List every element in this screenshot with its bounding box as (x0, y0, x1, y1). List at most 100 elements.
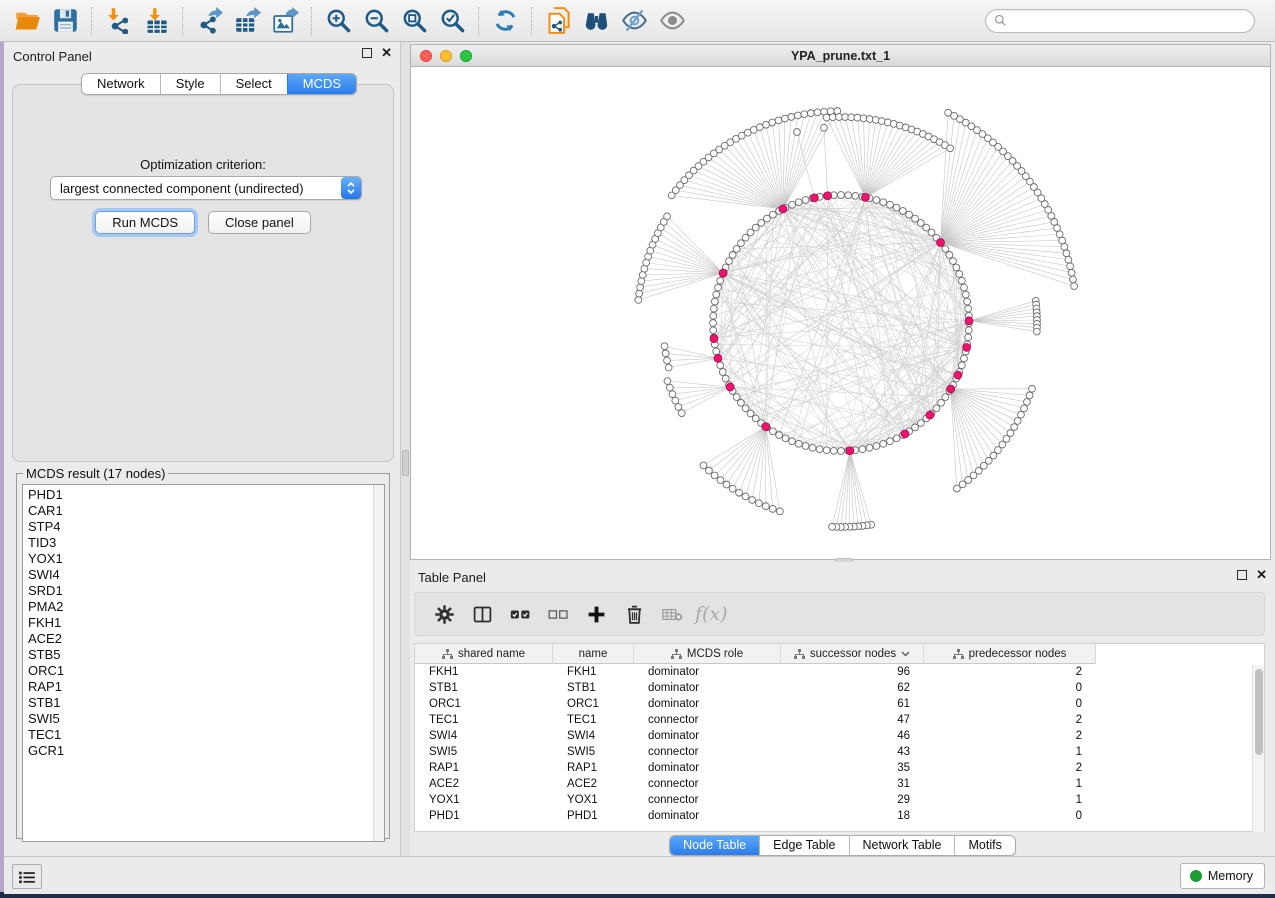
network-leaf-node[interactable] (947, 145, 954, 152)
network-node[interactable] (859, 446, 866, 453)
network-dominator-node[interactable] (779, 205, 787, 213)
mcds-result-item[interactable]: FKH1 (23, 615, 373, 631)
network-leaf-node[interactable] (678, 410, 685, 417)
network-dominator-node[interactable] (901, 430, 909, 438)
search-box[interactable] (985, 9, 1255, 33)
table-row[interactable]: ORC1ORC1dominator610 (415, 696, 1264, 712)
save-session-button[interactable] (46, 4, 84, 38)
search-input[interactable] (1012, 14, 1246, 28)
network-dominator-node[interactable] (954, 371, 962, 379)
mcds-result-item[interactable]: PMA2 (23, 599, 373, 615)
network-node[interactable] (738, 399, 745, 406)
network-node[interactable] (795, 199, 802, 206)
network-node[interactable] (789, 201, 796, 208)
search-network-button[interactable] (577, 4, 615, 38)
window-minimize-icon[interactable] (440, 50, 452, 62)
network-node[interactable] (961, 355, 968, 362)
network-leaf-node[interactable] (664, 213, 671, 220)
network-dominator-node[interactable] (714, 354, 722, 362)
network-leaf-node[interactable] (953, 485, 960, 492)
export-network-button[interactable] (190, 4, 228, 38)
zoom-fit-button[interactable] (395, 4, 433, 38)
mcds-result-item[interactable]: TEC1 (23, 727, 373, 743)
network-node[interactable] (717, 277, 724, 284)
network-leaf-node[interactable] (1061, 243, 1068, 250)
network-node[interactable] (722, 375, 729, 382)
network-canvas[interactable] (410, 66, 1271, 560)
clone-network-button[interactable] (539, 4, 577, 38)
export-image-button[interactable] (266, 4, 304, 38)
mcds-result-item[interactable]: SWI5 (23, 711, 373, 727)
network-leaf-node[interactable] (736, 489, 743, 496)
network-leaf-node[interactable] (801, 111, 808, 118)
network-leaf-node[interactable] (749, 497, 756, 504)
import-table-button[interactable] (137, 4, 175, 38)
table-row[interactable]: SWI5SWI5connector431 (415, 744, 1264, 760)
network-leaf-node[interactable] (661, 343, 668, 350)
network-leaf-node[interactable] (635, 297, 642, 304)
network-node[interactable] (823, 447, 830, 454)
network-node[interactable] (764, 215, 771, 222)
network-leaf-node[interactable] (662, 350, 669, 357)
network-node[interactable] (710, 327, 717, 334)
network-node[interactable] (893, 204, 900, 211)
mcds-result-item[interactable]: RAP1 (23, 679, 373, 695)
column-header-predecessor-nodes[interactable]: predecessor nodes (924, 644, 1096, 664)
hide-visual-button[interactable] (615, 4, 653, 38)
mcds-result-scrollbar[interactable] (373, 485, 384, 841)
network-leaf-node[interactable] (829, 523, 836, 530)
network-node[interactable] (809, 444, 816, 451)
network-node[interactable] (958, 362, 965, 369)
network-node[interactable] (711, 298, 718, 305)
table-row[interactable]: PHD1PHD1dominator180 (415, 808, 1264, 824)
network-node[interactable] (816, 446, 823, 453)
network-dominator-node[interactable] (965, 317, 973, 325)
network-leaf-node[interactable] (637, 284, 644, 291)
network-leaf-node[interactable] (821, 124, 828, 131)
mcds-result-list[interactable]: PHD1CAR1STP4TID3YOX1SWI4SRD1PMA2FKH1ACE2… (22, 484, 385, 842)
network-node[interactable] (726, 258, 733, 265)
network-dominator-node[interactable] (862, 193, 870, 201)
tab-select[interactable]: Select (220, 74, 287, 94)
network-leaf-node[interactable] (762, 503, 769, 510)
network-node[interactable] (776, 432, 783, 439)
network-leaf-node[interactable] (666, 384, 673, 391)
column-header-shared-name[interactable]: shared name (415, 644, 553, 664)
network-leaf-node[interactable] (1063, 250, 1070, 257)
network-leaf-node[interactable] (1065, 256, 1072, 263)
network-node[interactable] (873, 443, 880, 450)
network-leaf-node[interactable] (1056, 231, 1063, 238)
table-row[interactable]: RAP1RAP1dominator352 (415, 760, 1264, 776)
network-node[interactable] (900, 208, 907, 215)
network-node[interactable] (710, 312, 717, 319)
network-node[interactable] (769, 428, 776, 435)
float-panel-icon[interactable] (362, 48, 372, 58)
mcds-result-item[interactable]: STB1 (23, 695, 373, 711)
network-node[interactable] (953, 264, 960, 271)
network-leaf-node[interactable] (1067, 263, 1074, 270)
network-leaf-node[interactable] (742, 493, 749, 500)
network-node[interactable] (873, 197, 880, 204)
network-node[interactable] (956, 271, 963, 278)
network-node[interactable] (838, 192, 845, 199)
float-table-panel-icon[interactable] (1237, 570, 1247, 580)
network-node[interactable] (719, 369, 726, 376)
network-node[interactable] (880, 440, 887, 447)
network-dominator-node[interactable] (846, 447, 854, 455)
table-row[interactable]: FKH1FKH1dominator962 (415, 664, 1264, 680)
table-settings-button[interactable] (429, 598, 459, 630)
network-leaf-node[interactable] (1026, 392, 1033, 399)
network-node[interactable] (802, 443, 809, 450)
network-leaf-node[interactable] (675, 404, 682, 411)
network-node[interactable] (795, 440, 802, 447)
network-leaf-node[interactable] (1029, 385, 1036, 392)
network-node[interactable] (710, 305, 717, 312)
close-panel-button[interactable]: Close panel (208, 211, 311, 234)
run-mcds-button[interactable]: Run MCDS (95, 211, 195, 234)
tab-network[interactable]: Network (82, 74, 160, 94)
network-dominator-node[interactable] (719, 269, 727, 277)
table-scrollbar[interactable] (1252, 665, 1264, 832)
table-row[interactable]: STB1STB1dominator620 (415, 680, 1264, 696)
network-leaf-node[interactable] (638, 278, 645, 285)
show-log-button[interactable] (12, 864, 42, 889)
